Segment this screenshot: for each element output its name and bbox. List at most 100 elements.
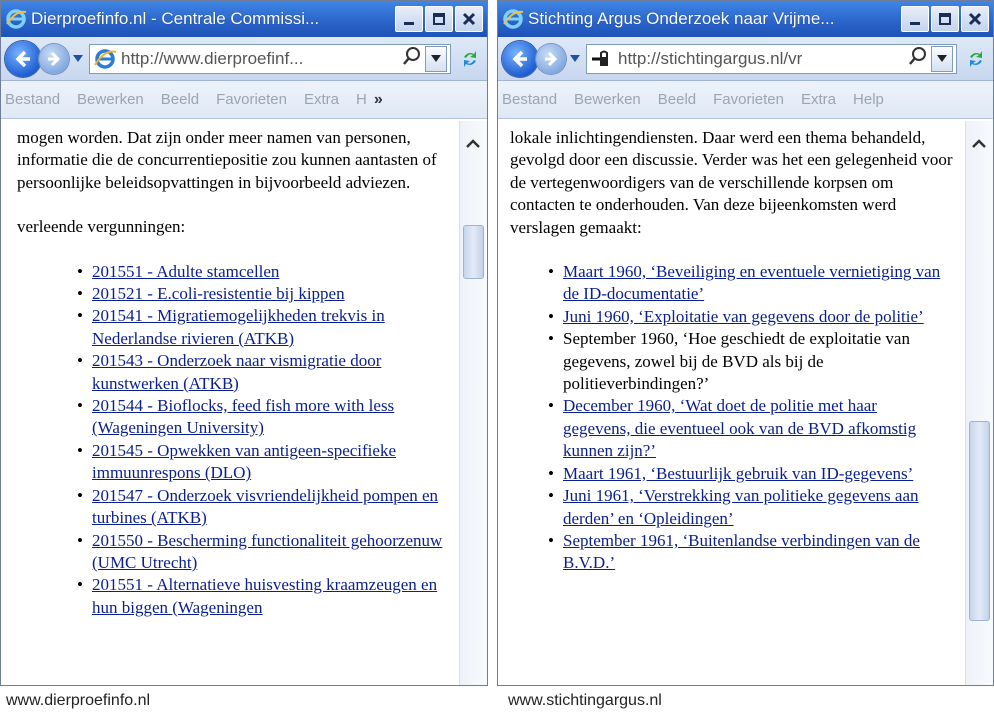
menu-bestand[interactable]: Bestand: [502, 91, 557, 108]
list-item: 201551 - Alternatieve huisvesting kraamz…: [77, 574, 449, 619]
permit-link[interactable]: 201543 - Onderzoek naar vismigratie door…: [92, 351, 381, 392]
history-dropdown[interactable]: [71, 54, 85, 63]
menu-extra[interactable]: Extra: [304, 91, 339, 108]
minimize-icon: [404, 22, 414, 25]
list-item: 201544 - Bioflocks, feed fish more with …: [77, 395, 449, 440]
page-content: lokale inlichtingendiensten. Daar werd e…: [498, 121, 965, 685]
intro-paragraph: lokale inlichtingendiensten. Daar werd e…: [510, 128, 953, 237]
permit-link[interactable]: 201544 - Bioflocks, feed fish more with …: [92, 396, 394, 437]
report-link[interactable]: Juni 1961, ‘Verstrekking van politieke g…: [563, 486, 919, 527]
forward-button[interactable]: [39, 43, 69, 74]
lock-icon: [590, 48, 614, 70]
address-input[interactable]: http://stichtingargus.nl/vr: [618, 49, 905, 69]
ie-logo-icon: [5, 8, 27, 30]
report-link[interactable]: December 1960, ‘Wat doet de politie met …: [563, 396, 916, 460]
menu-bar: Bestand Bewerken Beeld Favorieten Extra …: [1, 81, 487, 119]
menu-favorieten[interactable]: Favorieten: [216, 91, 287, 108]
section-heading: verleende vergunningen:: [17, 217, 186, 237]
menu-favorieten[interactable]: Favorieten: [713, 91, 784, 108]
list-item: 201543 - Onderzoek naar vismigratie door…: [77, 350, 449, 395]
title-bar[interactable]: Dierproefinfo.nl - Centrale Commissi...: [1, 1, 487, 37]
permit-link[interactable]: 201545 - Opwekken van antigeen-specifiek…: [92, 441, 396, 482]
minimize-button[interactable]: [395, 6, 423, 32]
menu-bar: Bestand Bewerken Beeld Favorieten Extra …: [498, 81, 993, 119]
report-link[interactable]: Maart 1961, ‘Bestuurlijk gebruik van ID-…: [563, 464, 913, 483]
caption-left: www.dierproefinfo.nl: [6, 692, 151, 709]
dropdown-arrow-icon: [431, 54, 441, 62]
history-dropdown[interactable]: [568, 54, 582, 63]
refresh-button[interactable]: [457, 46, 483, 72]
maximize-button[interactable]: [931, 6, 959, 32]
list-item: 201547 - Onderzoek visvriendelijkheid po…: [77, 485, 449, 530]
search-icon[interactable]: [908, 46, 928, 71]
browser-window-right: Stichting Argus Onderzoek naar Vrijme...…: [497, 0, 994, 686]
maximize-icon: [939, 13, 951, 25]
report-link[interactable]: Juni 1960, ‘Exploitatie van gegevens doo…: [563, 307, 924, 326]
refresh-icon: [464, 50, 476, 67]
menu-help[interactable]: H: [356, 91, 367, 108]
caption-right: www.stichtingargus.nl: [508, 692, 662, 709]
list-item: September 1961, ‘Buitenlandse verbinding…: [548, 530, 948, 575]
report-text: September 1960, ‘Hoe geschiedt de exploi…: [563, 329, 910, 394]
list-item: December 1960, ‘Wat doet de politie met …: [548, 395, 948, 462]
close-icon: [968, 12, 982, 26]
permit-link[interactable]: 201550 - Bescherming functionaliteit geh…: [92, 531, 442, 572]
back-button[interactable]: [502, 40, 538, 77]
permit-link[interactable]: 201547 - Onderzoek visvriendelijkheid po…: [92, 486, 438, 527]
list-item: Maart 1961, ‘Bestuurlijk gebruik van ID-…: [548, 463, 948, 486]
minimize-button[interactable]: [901, 6, 929, 32]
report-link[interactable]: Maart 1960, ‘Beveiliging en eventuele ve…: [563, 262, 940, 303]
permit-list: 201551 - Adulte stamcellen 201521 - E.co…: [77, 261, 449, 620]
vertical-scrollbar[interactable]: [965, 121, 993, 685]
ie-page-icon: [93, 48, 117, 70]
search-icon[interactable]: [402, 46, 422, 71]
maximize-icon: [433, 13, 445, 25]
back-arrow-icon: [15, 50, 30, 67]
browser-window-left: Dierproefinfo.nl - Centrale Commissi... …: [0, 0, 488, 686]
dropdown-arrow-icon: [570, 54, 580, 62]
window-title: Stichting Argus Onderzoek naar Vrijme...: [528, 9, 835, 28]
scroll-thumb[interactable]: [969, 421, 990, 621]
close-button[interactable]: [455, 6, 483, 32]
forward-button[interactable]: [536, 43, 566, 74]
report-list: Maart 1960, ‘Beveiliging en eventuele ve…: [548, 261, 948, 575]
back-button[interactable]: [5, 40, 41, 77]
page-content: mogen worden. Dat zijn onder meer namen …: [1, 121, 459, 685]
menu-beeld[interactable]: Beeld: [161, 91, 199, 108]
dropdown-arrow-icon: [73, 54, 83, 62]
menu-extra[interactable]: Extra: [801, 91, 836, 108]
chevron-double-right-icon[interactable]: »: [374, 91, 383, 109]
report-link[interactable]: September 1961, ‘Buitenlandse verbinding…: [563, 531, 920, 572]
intro-paragraph: mogen worden. Dat zijn onder meer namen …: [17, 128, 437, 192]
vertical-scrollbar[interactable]: [459, 121, 487, 685]
close-icon: [462, 12, 476, 26]
address-dropdown[interactable]: [931, 45, 953, 72]
address-bar[interactable]: http://www.dierproefinf...: [89, 43, 451, 74]
scroll-up-icon: [466, 139, 480, 148]
menu-help[interactable]: Help: [853, 91, 884, 108]
ie-logo-icon: [502, 8, 524, 30]
scroll-thumb[interactable]: [463, 225, 484, 279]
menu-beeld[interactable]: Beeld: [658, 91, 696, 108]
menu-bewerken[interactable]: Bewerken: [574, 91, 641, 108]
back-arrow-icon: [512, 50, 527, 67]
forward-arrow-icon: [48, 51, 61, 66]
menu-bewerken[interactable]: Bewerken: [77, 91, 144, 108]
minimize-icon: [910, 22, 920, 25]
maximize-button[interactable]: [425, 6, 453, 32]
permit-link[interactable]: 201551 - Adulte stamcellen: [92, 262, 279, 281]
address-dropdown[interactable]: [425, 45, 447, 72]
address-input[interactable]: http://www.dierproefinf...: [121, 49, 399, 69]
navigation-bar: http://stichtingargus.nl/vr: [498, 37, 993, 81]
refresh-icon: [970, 50, 982, 67]
permit-link[interactable]: 201551 - Alternatieve huisvesting kraamz…: [92, 575, 437, 616]
refresh-button[interactable]: [963, 46, 989, 72]
address-bar[interactable]: http://stichtingargus.nl/vr: [586, 43, 957, 74]
permit-link[interactable]: 201541 - Migratiemogelijkheden trekvis i…: [92, 306, 385, 347]
title-bar[interactable]: Stichting Argus Onderzoek naar Vrijme...: [498, 1, 993, 37]
close-button[interactable]: [961, 6, 989, 32]
list-item: 201521 - E.coli-resistentie bij kippen: [77, 283, 449, 306]
permit-link[interactable]: 201521 - E.coli-resistentie bij kippen: [92, 284, 345, 303]
list-item: September 1960, ‘Hoe geschiedt de exploi…: [548, 328, 948, 395]
menu-bestand[interactable]: Bestand: [5, 91, 60, 108]
